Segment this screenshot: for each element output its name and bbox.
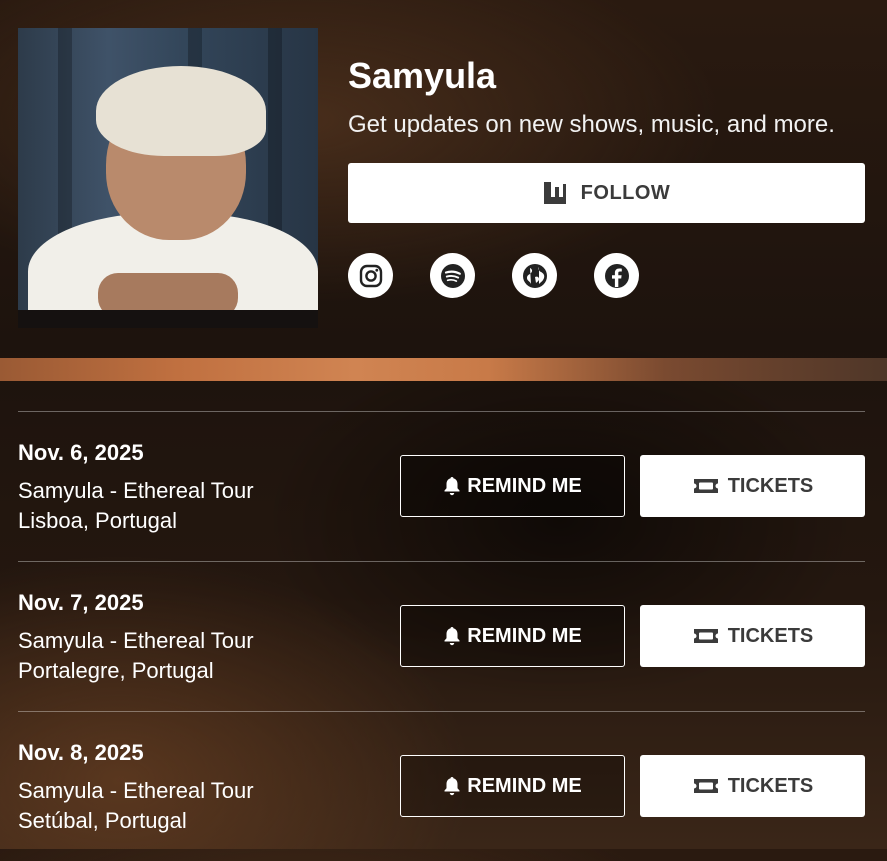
event-date: Nov. 6, 2025 — [18, 440, 144, 465]
event-row: Nov. 8, 2025 Samyula - Ethereal Tour Set… — [18, 711, 865, 861]
artist-name: Samyula — [348, 55, 497, 96]
facebook-icon[interactable] — [594, 253, 639, 298]
ticket-icon — [693, 779, 718, 793]
event-date: Nov. 7, 2025 — [18, 590, 144, 615]
event-list: Nov. 6, 2025 Samyula - Ethereal Tour Lis… — [18, 411, 865, 861]
accent-band — [0, 358, 887, 381]
globe-icon[interactable] — [512, 253, 557, 298]
event-date: Nov. 8, 2025 — [18, 740, 144, 765]
artist-header: Samyula Get updates on new shows, music,… — [0, 0, 887, 358]
ticket-icon — [693, 479, 718, 493]
tickets-button[interactable]: TICKETS — [640, 755, 865, 817]
remind-me-label: REMIND ME — [467, 774, 582, 797]
event-title[interactable]: Samyula - Ethereal Tour — [18, 628, 254, 654]
event-location: Setúbal, Portugal — [18, 808, 187, 833]
bell-icon — [444, 777, 460, 796]
remind-me-label: REMIND ME — [467, 474, 582, 497]
event-row: Nov. 7, 2025 Samyula - Ethereal Tour Por… — [18, 561, 865, 711]
event-title[interactable]: Samyula - Ethereal Tour — [18, 778, 254, 804]
remind-me-button[interactable]: REMIND ME — [400, 755, 625, 817]
tickets-button[interactable]: TICKETS — [640, 605, 865, 667]
bandsintown-icon — [543, 181, 567, 205]
instagram-icon[interactable] — [348, 253, 393, 298]
event-location: Portalegre, Portugal — [18, 658, 214, 683]
follow-button[interactable]: FOLLOW — [348, 163, 865, 223]
remind-me-button[interactable]: REMIND ME — [400, 455, 625, 517]
bell-icon — [444, 627, 460, 646]
artist-tagline: Get updates on new shows, music, and mor… — [348, 111, 835, 138]
tickets-label: TICKETS — [727, 624, 814, 647]
event-location: Lisboa, Portugal — [18, 508, 177, 533]
social-links — [348, 253, 639, 298]
ticket-icon — [693, 629, 718, 643]
follow-label: FOLLOW — [580, 181, 671, 204]
tickets-button[interactable]: TICKETS — [640, 455, 865, 517]
spotify-icon[interactable] — [430, 253, 475, 298]
tickets-label: TICKETS — [727, 774, 814, 797]
event-title[interactable]: Samyula - Ethereal Tour — [18, 478, 254, 504]
remind-me-label: REMIND ME — [467, 624, 582, 647]
event-row: Nov. 6, 2025 Samyula - Ethereal Tour Lis… — [18, 411, 865, 561]
tickets-label: TICKETS — [727, 474, 814, 497]
remind-me-button[interactable]: REMIND ME — [400, 605, 625, 667]
bell-icon — [444, 477, 460, 496]
artist-photo — [18, 28, 318, 328]
